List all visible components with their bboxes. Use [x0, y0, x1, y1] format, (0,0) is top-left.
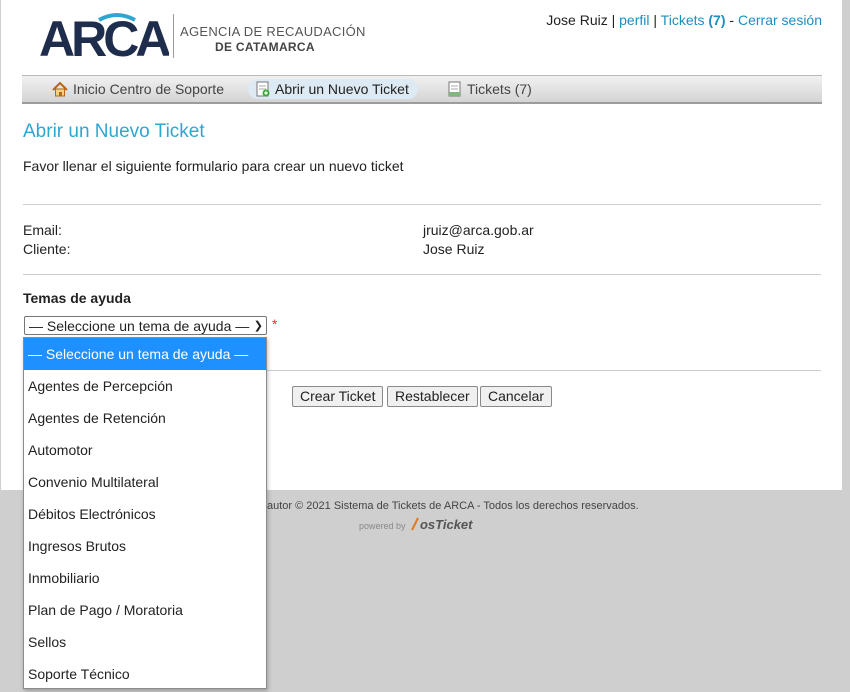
- logo-line1: AGENCIA DE RECAUDACIÓN: [180, 24, 366, 39]
- osticket-brand: osTicket: [419, 517, 473, 532]
- client-label: Cliente:: [23, 241, 71, 257]
- page-title: Abrir un Nuevo Ticket: [23, 121, 205, 142]
- arca-logo[interactable]: ARCA AGENCIA DE RECAUDACIÓN DE CATAMARCA: [39, 12, 365, 60]
- logo-line2: DE CATAMARCA: [215, 40, 315, 54]
- dropdown-option[interactable]: Débitos Electrónicos: [24, 498, 266, 530]
- logout-link[interactable]: Cerrar sesión: [738, 12, 822, 28]
- dropdown-option[interactable]: Automotor: [24, 434, 266, 466]
- user-name: Jose Ruiz: [546, 12, 608, 28]
- email-value: jruiz@arca.gob.ar: [423, 222, 534, 238]
- tickets-icon: [448, 81, 461, 97]
- tickets-link[interactable]: Tickets (7): [661, 12, 726, 28]
- dropdown-option[interactable]: Agentes de Retención: [24, 402, 266, 434]
- osticket-logo[interactable]: powered by osTicket: [359, 516, 473, 536]
- dropdown-option[interactable]: Soporte Técnico: [24, 658, 266, 690]
- nav-home[interactable]: Inicio Centro de Soporte: [44, 79, 233, 99]
- dropdown-option[interactable]: Ingresos Brutos: [24, 530, 266, 562]
- help-topic-dropdown: — Seleccione un tema de ayuda — Agentes …: [23, 337, 267, 689]
- dropdown-option[interactable]: Inmobiliario: [24, 562, 266, 594]
- dropdown-option[interactable]: Agentes de Percepción: [24, 370, 266, 402]
- tickets-count: (7): [708, 12, 726, 28]
- nav-tickets[interactable]: Tickets (7): [440, 79, 541, 99]
- powered-by-text: powered by: [359, 521, 406, 531]
- email-label: Email:: [23, 222, 62, 238]
- nav-new-ticket[interactable]: Abrir un Nuevo Ticket: [248, 79, 418, 99]
- arca-logo-icon: ARCA: [39, 12, 169, 60]
- cancel-button[interactable]: Cancelar: [480, 386, 553, 407]
- page-intro: Favor llenar el siguiente formulario par…: [23, 158, 404, 174]
- required-marker: *: [272, 316, 278, 332]
- divider: [23, 274, 821, 275]
- dropdown-option[interactable]: — Seleccione un tema de ayuda —: [24, 338, 266, 370]
- copyright: autor © 2021 Sistema de Tickets de ARCA …: [267, 500, 639, 512]
- help-topic-label: Temas de ayuda: [23, 290, 131, 306]
- logo-divider: [173, 14, 174, 58]
- dropdown-option[interactable]: Convenio Multilateral: [24, 466, 266, 498]
- home-icon: [52, 82, 68, 97]
- reset-button[interactable]: Restablecer: [387, 386, 478, 407]
- help-topic-selected: — Seleccione un tema de ayuda —: [29, 318, 250, 334]
- dropdown-option[interactable]: Plan de Pago / Moratoria: [24, 594, 266, 626]
- divider: [23, 204, 821, 205]
- dropdown-option[interactable]: Sellos: [24, 626, 266, 658]
- chevron-down-icon: ❯: [253, 320, 263, 332]
- new-ticket-icon: [256, 81, 270, 97]
- create-ticket-button[interactable]: Crear Ticket: [292, 386, 384, 407]
- user-bar: Jose Ruiz | perfil | Tickets (7) - Cerra…: [546, 12, 822, 28]
- osticket-mark-icon: [411, 517, 419, 531]
- profile-link[interactable]: perfil: [619, 12, 649, 28]
- help-topic-select[interactable]: — Seleccione un tema de ayuda — ❯: [24, 316, 267, 335]
- main-nav: Inicio Centro de Soporte Abrir un Nuevo …: [22, 75, 822, 104]
- client-value: Jose Ruiz: [423, 241, 485, 257]
